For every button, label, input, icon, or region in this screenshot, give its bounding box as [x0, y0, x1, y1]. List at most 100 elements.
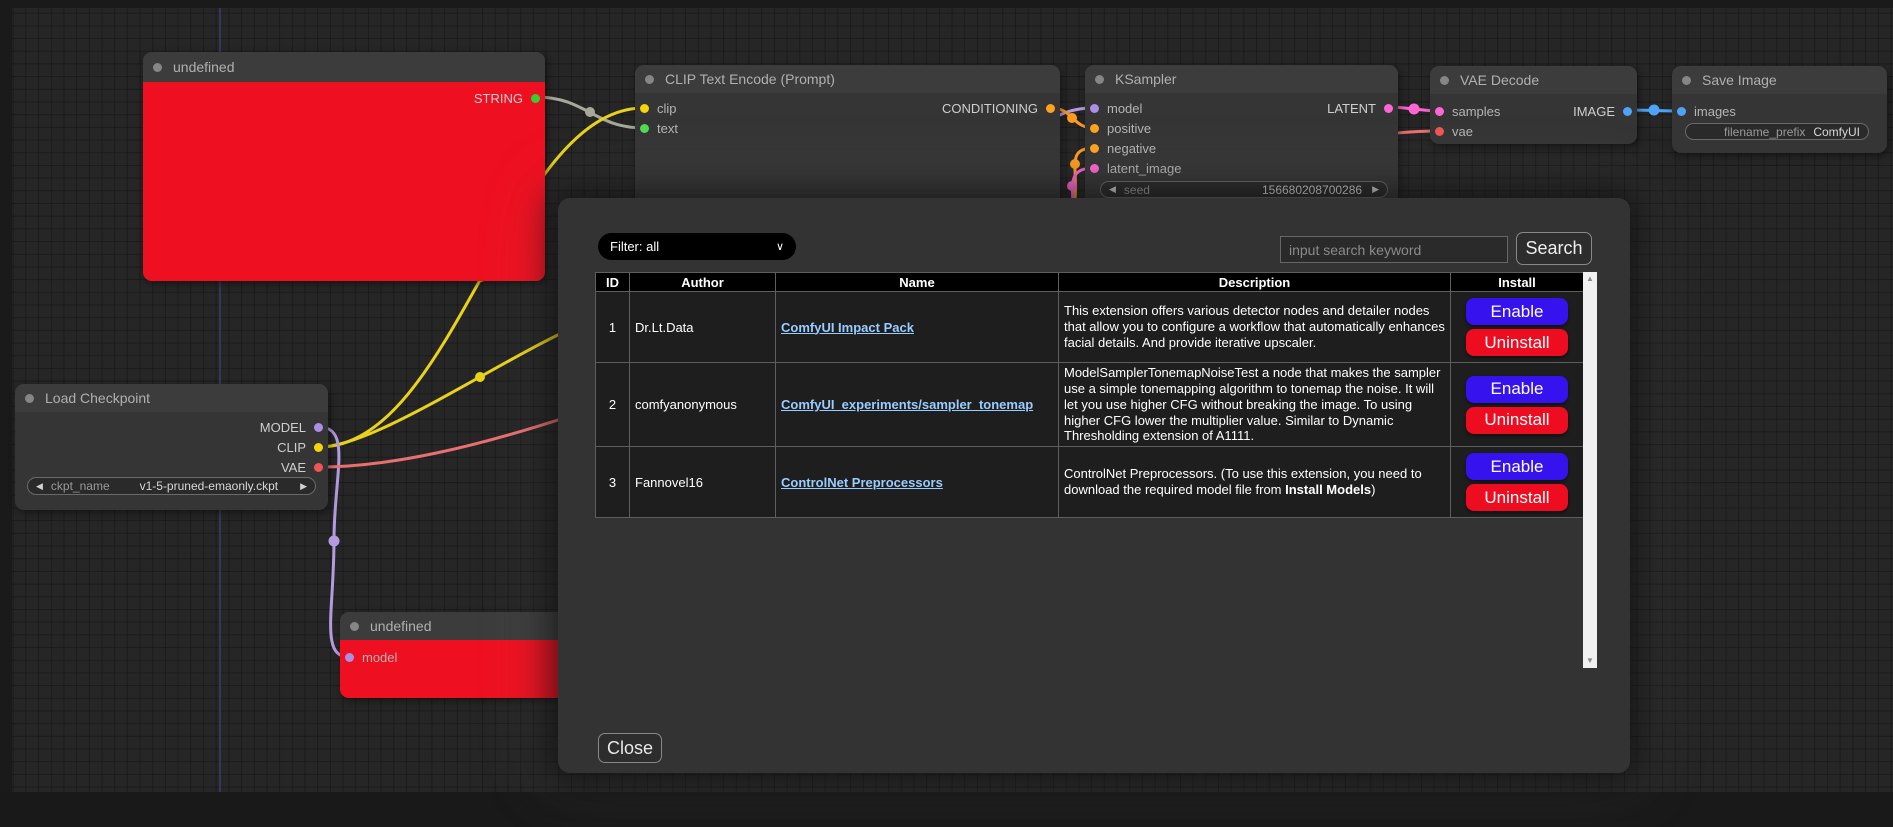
- node-graph-canvas[interactable]: undefined STRING CLIP Text Encode (Promp…: [0, 0, 1893, 827]
- output-port-clip[interactable]: [314, 443, 323, 452]
- enable-button[interactable]: Enable: [1466, 453, 1568, 480]
- output-label: MODEL: [260, 420, 306, 435]
- collapse-dot-icon[interactable]: [1095, 75, 1104, 84]
- ext-id: 2: [596, 363, 630, 447]
- uninstall-button[interactable]: Uninstall: [1466, 329, 1568, 356]
- ext-name-link[interactable]: ComfyUI Impact Pack: [781, 320, 914, 335]
- input-port-model[interactable]: [345, 653, 354, 662]
- filter-selected-value: Filter: all: [610, 239, 659, 254]
- chevron-down-icon: ∨: [776, 240, 784, 253]
- collapse-dot-icon[interactable]: [1682, 76, 1691, 85]
- description-text: ): [1371, 482, 1375, 497]
- node-body: MODEL CLIP VAE ◀ ckpt_name v1-5-pruned-e…: [15, 412, 328, 510]
- collapse-dot-icon[interactable]: [25, 394, 34, 403]
- extension-table-container: ID Author Name Description Install 1 Dr.…: [595, 272, 1597, 668]
- input-port-text[interactable]: [640, 124, 649, 133]
- collapse-dot-icon[interactable]: [153, 63, 162, 72]
- node-title-label: Load Checkpoint: [45, 390, 150, 406]
- input-label: model: [362, 650, 397, 665]
- extension-table: ID Author Name Description Install 1 Dr.…: [595, 272, 1584, 518]
- output-port-model[interactable]: [314, 423, 323, 432]
- ext-author: Dr.Lt.Data: [630, 292, 776, 363]
- input-port-samples[interactable]: [1435, 107, 1444, 116]
- input-port-model[interactable]: [1090, 104, 1099, 113]
- collapse-dot-icon[interactable]: [350, 622, 359, 631]
- ext-name-link[interactable]: ControlNet Preprocessors: [781, 475, 943, 490]
- node-body: samples vae IMAGE: [1430, 94, 1637, 144]
- input-port-positive[interactable]: [1090, 124, 1099, 133]
- node-error-body: STRING: [143, 82, 545, 281]
- ext-name-link[interactable]: ComfyUI_experiments/sampler_tonemap: [781, 397, 1033, 412]
- node-title-label: undefined: [370, 618, 432, 634]
- search-input[interactable]: [1280, 236, 1508, 263]
- table-row: 3 Fannovel16 ControlNet Preprocessors Co…: [596, 447, 1584, 518]
- node-undefined-top[interactable]: undefined STRING: [143, 52, 545, 281]
- input-port-images[interactable]: [1677, 107, 1686, 116]
- seed-widget[interactable]: ◀ seed 156680208700286 ▶: [1100, 181, 1388, 198]
- widget-value: v1-5-pruned-emaonly.ckpt: [118, 479, 300, 493]
- uninstall-button[interactable]: Uninstall: [1466, 484, 1568, 511]
- input-port-clip[interactable]: [640, 104, 649, 113]
- node-load-checkpoint[interactable]: Load Checkpoint MODEL CLIP VAE ◀ ckpt_na…: [15, 384, 328, 510]
- output-port-string[interactable]: [531, 94, 540, 103]
- input-label: images: [1694, 104, 1736, 119]
- output-port-latent[interactable]: [1384, 104, 1393, 113]
- widget-name: filename_prefix: [1724, 125, 1805, 139]
- uninstall-button[interactable]: Uninstall: [1466, 407, 1568, 434]
- header-description: Description: [1059, 273, 1451, 292]
- decrement-arrow-icon[interactable]: ◀: [1109, 184, 1116, 195]
- node-title-label: undefined: [173, 59, 235, 75]
- input-label: clip: [657, 101, 677, 116]
- node-title-label: VAE Decode: [1460, 72, 1539, 88]
- node-vae-decode[interactable]: VAE Decode samples vae IMAGE: [1430, 66, 1637, 144]
- collapse-dot-icon[interactable]: [1440, 76, 1449, 85]
- input-label: model: [1107, 101, 1142, 116]
- header-name: Name: [776, 273, 1059, 292]
- widget-name: seed: [1124, 183, 1150, 197]
- output-port-conditioning[interactable]: [1046, 104, 1055, 113]
- input-port-negative[interactable]: [1090, 144, 1099, 153]
- input-port-vae[interactable]: [1435, 127, 1444, 136]
- output-port-image[interactable]: [1623, 107, 1632, 116]
- scroll-up-icon[interactable]: ▲: [1583, 272, 1597, 286]
- table-row: 2 comfyanonymous ComfyUI_experiments/sam…: [596, 363, 1584, 447]
- enable-button[interactable]: Enable: [1466, 376, 1568, 403]
- node-body: images filename_prefix ComfyUI: [1672, 94, 1887, 153]
- search-button[interactable]: Search: [1516, 232, 1592, 265]
- output-label: CONDITIONING: [942, 101, 1038, 116]
- ext-author: Fannovel16: [630, 447, 776, 518]
- ext-author: comfyanonymous: [630, 363, 776, 447]
- table-header-row: ID Author Name Description Install: [596, 273, 1584, 292]
- ext-id: 1: [596, 292, 630, 363]
- table-scrollbar[interactable]: ▲ ▼: [1583, 272, 1597, 668]
- table-row: 1 Dr.Lt.Data ComfyUI Impact Pack This ex…: [596, 292, 1584, 363]
- output-label: CLIP: [277, 440, 306, 455]
- extension-manager-dialog: Filter: all ∨ ID Author Name Description…: [558, 198, 1630, 773]
- output-label: VAE: [281, 460, 306, 475]
- close-button[interactable]: Close: [598, 733, 662, 763]
- filter-dropdown[interactable]: Filter: all ∨: [598, 233, 796, 260]
- ext-id: 3: [596, 447, 630, 518]
- collapse-dot-icon[interactable]: [645, 75, 654, 84]
- prev-arrow-icon[interactable]: ◀: [36, 481, 43, 492]
- enable-button[interactable]: Enable: [1466, 298, 1568, 325]
- input-port-latent-image[interactable]: [1090, 164, 1099, 173]
- node-title-label: Save Image: [1702, 72, 1777, 88]
- filename-prefix-widget[interactable]: filename_prefix ComfyUI: [1685, 123, 1869, 140]
- output-label: LATENT: [1327, 101, 1376, 116]
- output-label: IMAGE: [1573, 104, 1615, 119]
- widget-name: ckpt_name: [51, 479, 110, 493]
- next-arrow-icon[interactable]: ▶: [300, 481, 307, 492]
- output-port-vae[interactable]: [314, 463, 323, 472]
- ckpt-name-widget[interactable]: ◀ ckpt_name v1-5-pruned-emaonly.ckpt ▶: [27, 477, 316, 495]
- increment-arrow-icon[interactable]: ▶: [1372, 184, 1379, 195]
- node-save-image[interactable]: Save Image images filename_prefix ComfyU…: [1672, 66, 1887, 153]
- input-label: negative: [1107, 141, 1156, 156]
- header-author: Author: [630, 273, 776, 292]
- scroll-down-icon[interactable]: ▼: [1583, 654, 1597, 668]
- node-title-label: CLIP Text Encode (Prompt): [665, 71, 835, 87]
- ext-description: ControlNet Preprocessors. (To use this e…: [1059, 447, 1451, 518]
- header-id: ID: [596, 273, 630, 292]
- ext-description: This extension offers various detector n…: [1059, 292, 1451, 363]
- input-label: text: [657, 121, 678, 136]
